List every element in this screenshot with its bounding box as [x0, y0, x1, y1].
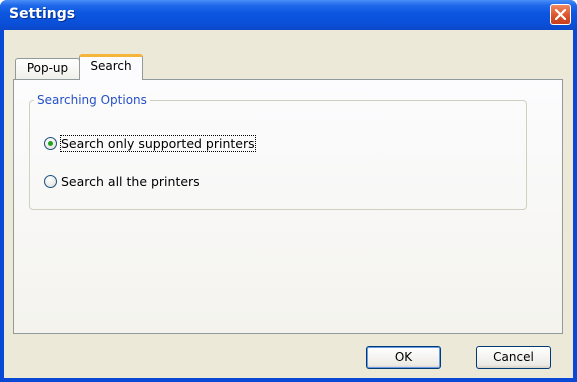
radio-label-supported[interactable]: Search only supported printers — [60, 135, 256, 152]
ok-button[interactable]: OK — [366, 346, 441, 369]
title-bar[interactable]: Settings — [0, 0, 577, 30]
close-button[interactable] — [550, 4, 571, 25]
close-icon — [555, 9, 566, 20]
radio-dot — [48, 141, 53, 146]
radio-label-all[interactable]: Search all the printers — [61, 174, 200, 189]
radio-button-unselected[interactable] — [44, 175, 57, 188]
radio-button-selected[interactable] — [44, 137, 57, 150]
tab-search[interactable]: Search — [79, 54, 143, 80]
tab-popup[interactable]: Pop-up — [15, 58, 80, 79]
window-title: Settings — [9, 6, 76, 22]
settings-dialog: Settings Pop-up Search Searching Options… — [0, 0, 577, 382]
cancel-button[interactable]: Cancel — [476, 346, 551, 369]
searching-options-group — [29, 100, 527, 210]
group-label: Searching Options — [34, 93, 150, 107]
dialog-body: Pop-up Search Searching Options Search o… — [4, 30, 573, 378]
